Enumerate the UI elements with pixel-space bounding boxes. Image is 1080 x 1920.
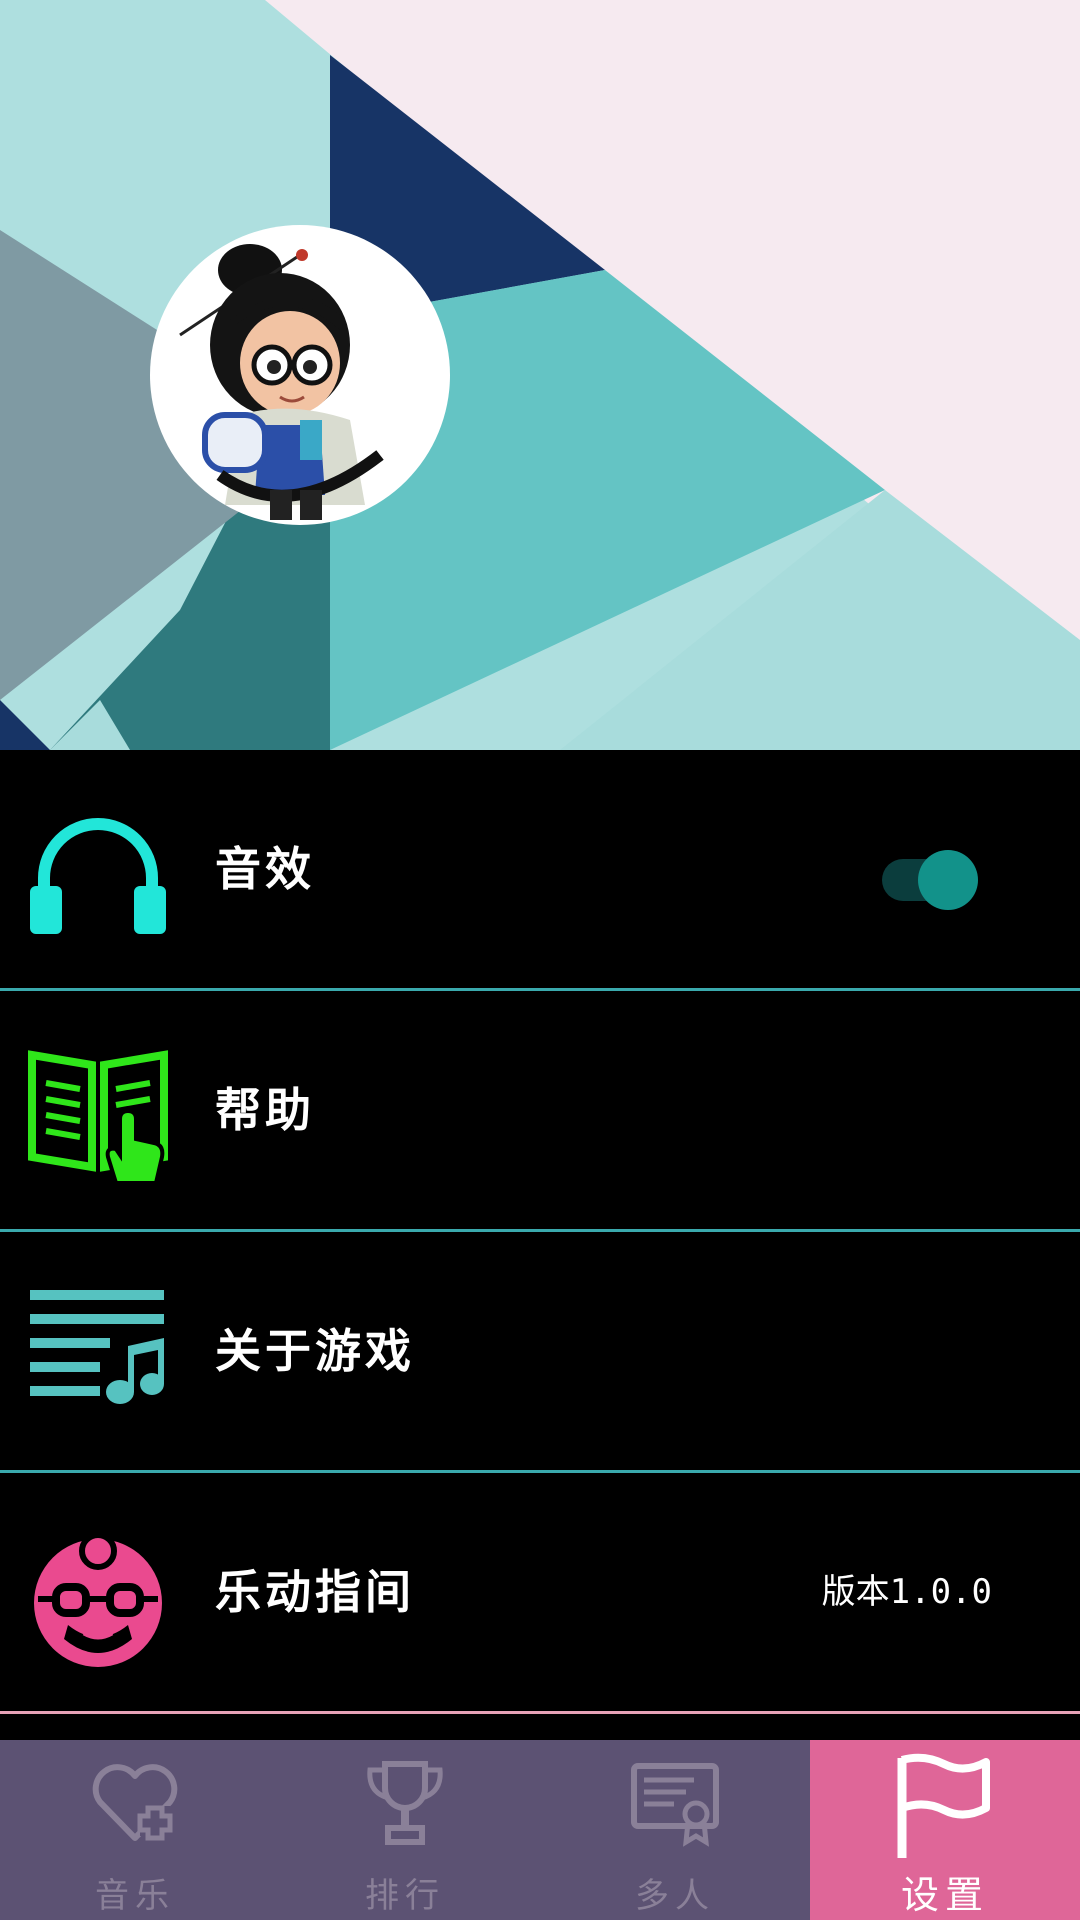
tab-label: 音乐 (95, 1876, 175, 1916)
settings-item-about[interactable]: 关于游戏 (0, 1232, 1080, 1473)
settings-item-label: 音效 (215, 842, 315, 896)
book-hand-icon (28, 1047, 168, 1185)
version-text: 版本1.0.0 (821, 1572, 992, 1612)
header-banner (0, 0, 1080, 750)
toggle-knob (918, 850, 978, 910)
settings-item-sound[interactable]: 音效 (0, 750, 1080, 991)
sound-toggle[interactable] (880, 850, 980, 910)
tab-multiplayer[interactable]: 多人 (540, 1740, 810, 1920)
trophy-icon (360, 1758, 450, 1848)
certificate-icon (630, 1758, 720, 1848)
headphones-icon (28, 806, 168, 936)
settings-item-help[interactable]: 帮助 (0, 991, 1080, 1232)
tab-label: 排行 (365, 1876, 445, 1916)
tab-ranking[interactable]: 排行 (270, 1740, 540, 1920)
tab-music[interactable]: 音乐 (0, 1740, 270, 1920)
settings-item-label: 帮助 (215, 1083, 315, 1137)
avatar[interactable] (150, 225, 450, 525)
character-avatar-image (179, 244, 384, 520)
settings-item-label: 关于游戏 (215, 1324, 415, 1378)
tab-label: 设置 (900, 1873, 989, 1917)
settings-item-developer[interactable]: 乐动指间 版本1.0.0 (0, 1473, 1080, 1714)
tab-label: 多人 (635, 1876, 715, 1916)
music-list-icon (28, 1288, 168, 1418)
tab-settings[interactable]: 设置 (810, 1740, 1080, 1920)
settings-item-label: 乐动指间 (215, 1565, 415, 1619)
settings-list: 音效 帮助 关于游戏 乐动指间 版本1.0.0 (0, 750, 1080, 1714)
heart-plus-icon (90, 1758, 180, 1848)
bottom-tab-bar: 音乐 排行 多人 设置 (0, 1740, 1080, 1920)
flag-icon (897, 1753, 990, 1858)
developer-face-icon (28, 1529, 168, 1667)
